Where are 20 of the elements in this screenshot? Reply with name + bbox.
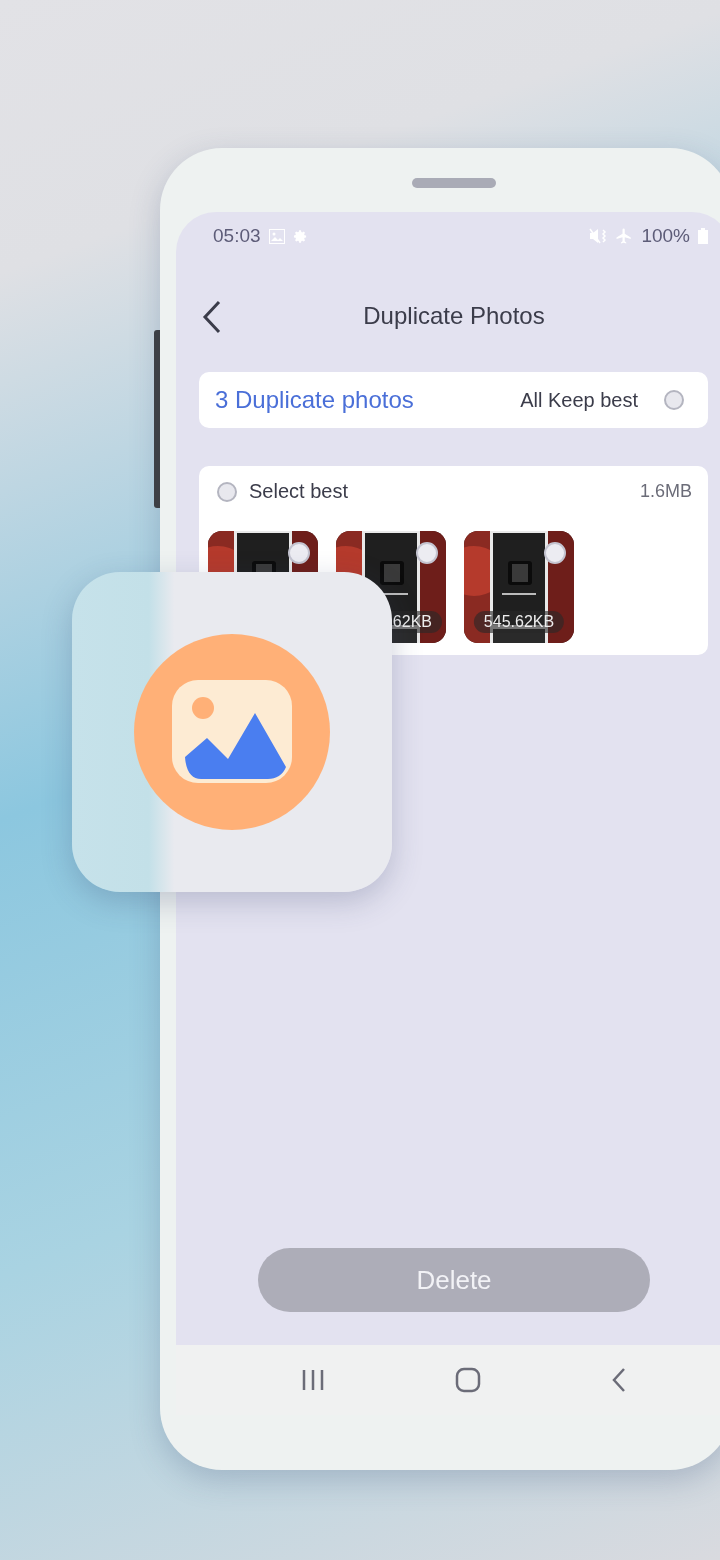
gallery-app-icon — [133, 633, 331, 831]
settings-icon — [292, 228, 308, 244]
duplicate-count: 3 Duplicate photos — [215, 386, 415, 414]
screen-title: Duplicate Photos — [363, 302, 545, 330]
back-icon[interactable] — [202, 300, 222, 334]
select-best-radio[interactable] — [217, 481, 237, 502]
airplane-icon — [615, 227, 634, 245]
recent-apps-icon[interactable] — [301, 1369, 325, 1391]
vibrate-mute-icon — [589, 228, 608, 244]
status-time: 05:03 — [213, 225, 261, 247]
keep-best-radio[interactable] — [664, 390, 684, 410]
battery-percent: 100% — [641, 225, 690, 247]
group-size: 1.6MB — [639, 481, 692, 502]
home-icon[interactable] — [455, 1367, 481, 1393]
photo-size: 545.62KB — [473, 611, 565, 633]
select-best-label: Select best — [249, 480, 349, 503]
image-icon — [268, 228, 285, 244]
keep-best-label: All Keep best — [520, 388, 638, 412]
battery-icon — [698, 228, 708, 244]
back-nav-icon[interactable] — [611, 1367, 627, 1393]
